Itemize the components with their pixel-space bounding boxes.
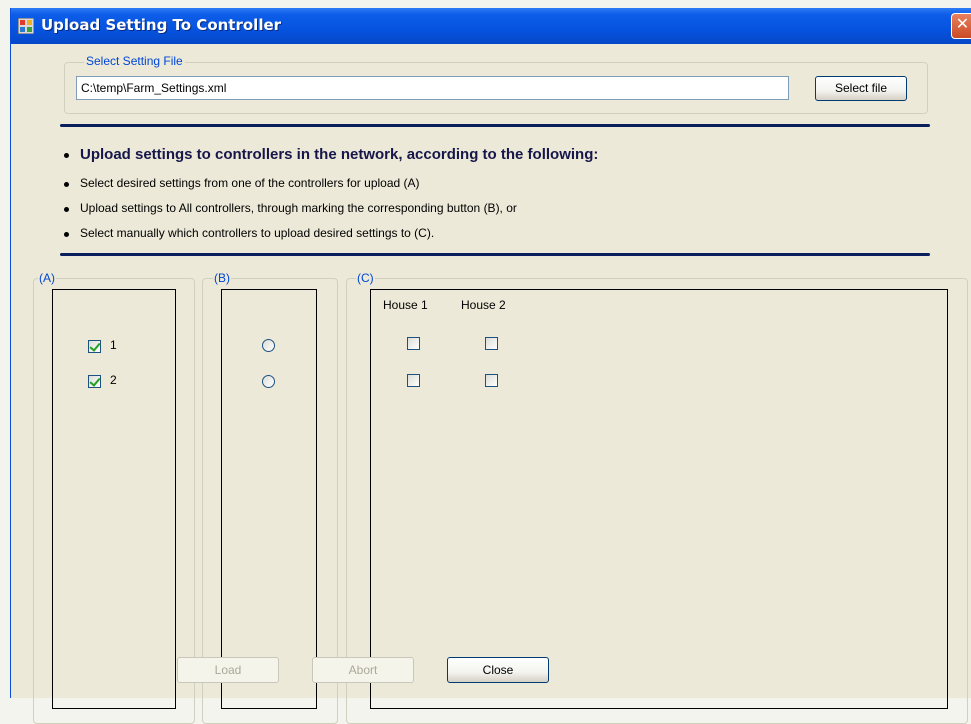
panel-a-box	[52, 289, 176, 709]
house-1-row-1-checkbox[interactable]	[407, 337, 420, 350]
panel-c-box	[370, 289, 948, 709]
house-2-row-1-checkbox[interactable]	[485, 337, 498, 350]
close-icon[interactable]: ✕	[951, 13, 971, 39]
close-button[interactable]: Close	[447, 657, 549, 683]
instruction-item-3: Select manually which controllers to upl…	[80, 226, 435, 240]
app-icon	[18, 18, 34, 34]
panel-b-legend: (B)	[213, 271, 231, 285]
house-2-row-2-checkbox[interactable]	[485, 374, 498, 387]
all-controllers-radio-2[interactable]	[262, 375, 275, 388]
instruction-item-2: Upload settings to All controllers, thro…	[80, 201, 517, 215]
bullet-heading	[64, 153, 69, 158]
panel-b-box	[221, 289, 317, 709]
bullet-item-1	[64, 182, 69, 187]
select-file-legend: Select Setting File	[84, 54, 185, 68]
divider-top	[60, 124, 930, 127]
divider-bottom	[60, 253, 930, 256]
abort-button[interactable]: Abort	[312, 657, 414, 683]
controller-1-label: 1	[110, 338, 117, 352]
instruction-item-1: Select desired settings from one of the …	[80, 176, 420, 190]
panel-c-legend: (C)	[356, 271, 375, 285]
window-title: Upload Setting To Controller	[41, 16, 282, 34]
bullet-item-3	[64, 232, 69, 237]
load-button[interactable]: Load	[177, 657, 279, 683]
panel-a-legend: (A)	[38, 271, 56, 285]
select-file-button[interactable]: Select file	[815, 76, 907, 101]
house-1-row-2-checkbox[interactable]	[407, 374, 420, 387]
controller-2-label: 2	[110, 373, 117, 387]
instructions-heading: Upload settings to controllers in the ne…	[80, 146, 599, 163]
controller-1-checkbox[interactable]	[88, 340, 101, 353]
house-2-header: House 2	[461, 298, 506, 312]
all-controllers-radio-1[interactable]	[262, 339, 275, 352]
title-bar[interactable]: Upload Setting To Controller ✕	[11, 8, 971, 44]
house-1-header: House 1	[383, 298, 428, 312]
controller-2-checkbox[interactable]	[88, 375, 101, 388]
bullet-item-2	[64, 207, 69, 212]
file-path-input[interactable]: C:\temp\Farm_Settings.xml	[76, 76, 789, 100]
